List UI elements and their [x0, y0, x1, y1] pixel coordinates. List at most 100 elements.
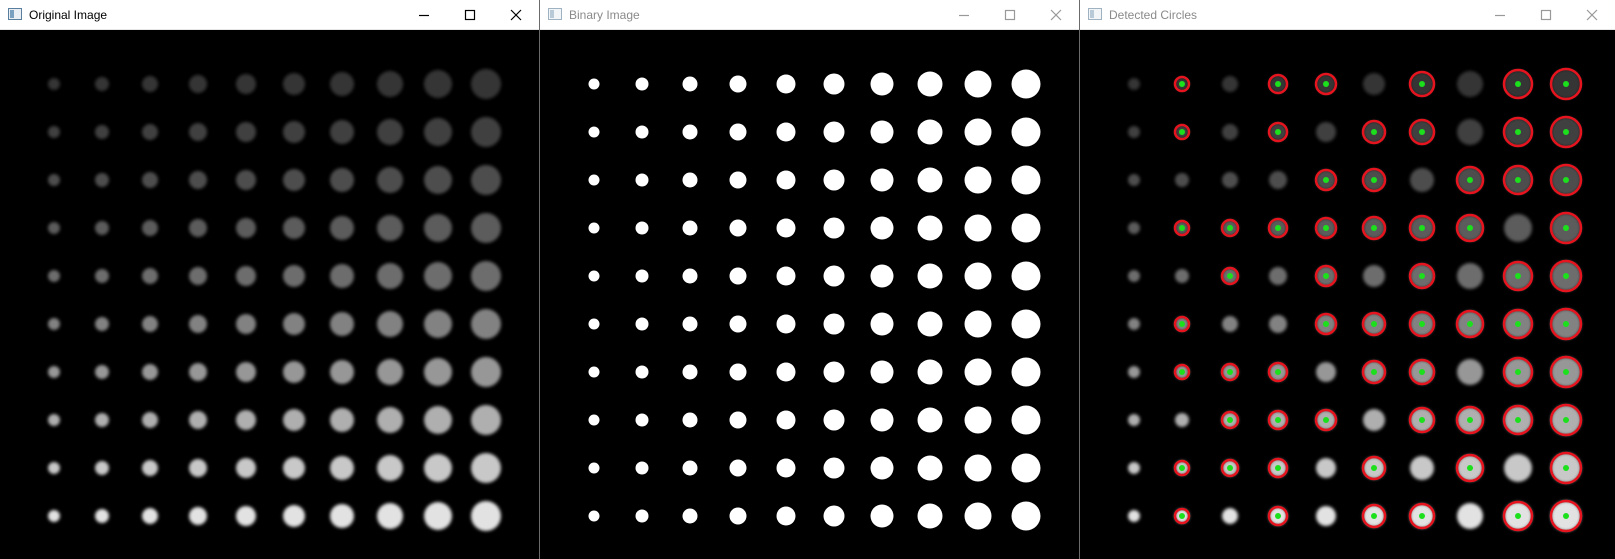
binary-blob: [823, 73, 845, 95]
detection-center: [1419, 321, 1425, 327]
binary-blob: [682, 412, 698, 428]
binary-blob: [776, 74, 796, 94]
blob: [236, 170, 256, 190]
blob: [142, 364, 158, 380]
detection-center: [1179, 465, 1185, 471]
title-bar[interactable]: Detected Circles: [1080, 0, 1615, 30]
binary-blob: [964, 166, 992, 194]
binary-blob: [776, 314, 796, 334]
detection-center: [1323, 417, 1329, 423]
binary-blob: [917, 407, 943, 433]
minimize-button[interactable]: [401, 0, 447, 30]
binary-blob: [917, 263, 943, 289]
blob: [1128, 270, 1140, 282]
blob: [377, 503, 403, 529]
close-button[interactable]: [493, 0, 539, 30]
blob: [377, 167, 403, 193]
detection-center: [1227, 273, 1233, 279]
binary-blob: [729, 507, 747, 525]
blob: [142, 76, 158, 92]
binary-blob: [1011, 261, 1041, 291]
blob: [1128, 414, 1140, 426]
detection-center: [1467, 225, 1473, 231]
blob: [142, 412, 158, 428]
detection-center: [1515, 513, 1521, 519]
binary-blob: [588, 366, 600, 378]
binary-blob: [917, 119, 943, 145]
window-app-icon: [1088, 8, 1102, 20]
blob: [283, 169, 305, 191]
blob: [471, 405, 501, 435]
blob: [1316, 362, 1336, 382]
binary-blob: [1011, 117, 1041, 147]
minimize-button[interactable]: [941, 0, 987, 30]
blob: [95, 365, 109, 379]
blob: [1410, 456, 1434, 480]
maximize-button[interactable]: [1523, 0, 1569, 30]
binary-blob: [729, 363, 747, 381]
binary-blob: [964, 454, 992, 482]
binary-blob: [870, 216, 894, 240]
binary-blob: [823, 505, 845, 527]
binary-image-window: Binary Image: [540, 0, 1080, 559]
close-button[interactable]: [1033, 0, 1079, 30]
binary-blob: [682, 316, 698, 332]
close-button[interactable]: [1569, 0, 1615, 30]
binary-blob: [1011, 453, 1041, 483]
maximize-button[interactable]: [447, 0, 493, 30]
detection-center: [1515, 129, 1521, 135]
blob: [48, 414, 60, 426]
blob: [1363, 73, 1385, 95]
minimize-icon: [419, 14, 429, 17]
blob: [142, 508, 158, 524]
detection-center: [1563, 129, 1569, 135]
blob: [95, 269, 109, 283]
binary-blob: [729, 171, 747, 189]
blob: [189, 123, 207, 141]
detection-center: [1179, 129, 1185, 135]
blob: [377, 119, 403, 145]
original-image-window: Original Image: [0, 0, 540, 559]
detection-center: [1515, 321, 1521, 327]
detection-center: [1371, 513, 1377, 519]
blob: [95, 461, 109, 475]
blob: [424, 502, 452, 530]
binary-blob: [964, 70, 992, 98]
blob: [283, 457, 305, 479]
maximize-button[interactable]: [987, 0, 1033, 30]
title-bar[interactable]: Binary Image: [540, 0, 1079, 30]
detection-center: [1371, 225, 1377, 231]
detection-center: [1275, 513, 1281, 519]
detection-center: [1179, 225, 1185, 231]
blob: [1316, 458, 1336, 478]
blob: [424, 406, 452, 434]
binary-blob: [635, 461, 649, 475]
detection-center: [1515, 369, 1521, 375]
binary-blob: [635, 509, 649, 523]
binary-blob: [1011, 501, 1041, 531]
detection-center: [1371, 129, 1377, 135]
blob: [189, 219, 207, 237]
detection-center: [1419, 417, 1425, 423]
blob: [1504, 454, 1532, 482]
binary-blob: [964, 502, 992, 530]
minimize-button[interactable]: [1477, 0, 1523, 30]
binary-blob: [823, 121, 845, 143]
binary-blob: [917, 71, 943, 97]
blob: [1128, 510, 1140, 522]
blob: [1128, 174, 1140, 186]
detection-center: [1419, 513, 1425, 519]
blob: [330, 312, 354, 336]
window-title: Original Image: [29, 8, 108, 22]
blob: [1363, 409, 1385, 431]
title-bar[interactable]: Original Image: [0, 0, 539, 30]
blob: [48, 462, 60, 474]
blob: [48, 510, 60, 522]
binary-blob: [588, 510, 600, 522]
binary-blob: [776, 218, 796, 238]
detection-center: [1323, 225, 1329, 231]
detection-center: [1419, 369, 1425, 375]
binary-blob: [682, 172, 698, 188]
blob: [95, 221, 109, 235]
window-app-icon: [548, 8, 562, 20]
